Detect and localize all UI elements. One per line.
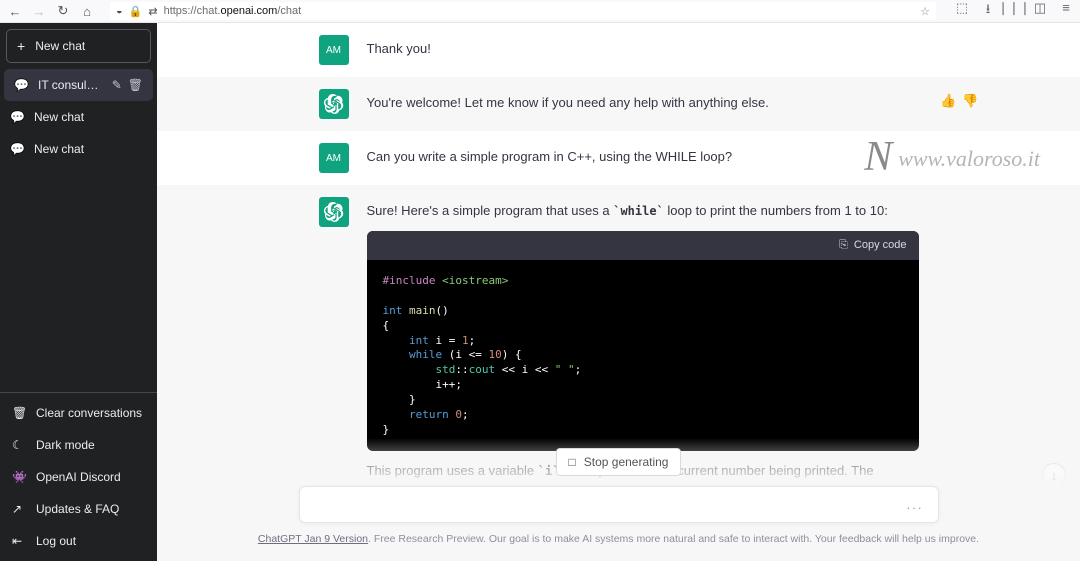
- shield-icon: ◒: [116, 5, 123, 17]
- conversation-item[interactable]: 💬 New chat: [0, 133, 157, 165]
- stop-icon: □: [569, 455, 576, 469]
- moon-icon: ☾: [12, 438, 26, 452]
- assistant-message: You're welcome! Let me know if you need …: [157, 77, 1080, 131]
- menu-icon[interactable]: ≡: [1058, 0, 1074, 22]
- dark-mode-button[interactable]: ☾Dark mode: [0, 429, 157, 461]
- external-link-icon: ↗: [12, 502, 26, 516]
- chat-input[interactable]: [314, 497, 907, 512]
- bookmark-star-icon[interactable]: ☆: [920, 5, 930, 18]
- user-avatar: AM: [319, 35, 349, 65]
- conversation-title: New chat: [34, 142, 147, 156]
- user-avatar: AM: [319, 143, 349, 173]
- chat-icon: 💬: [10, 142, 24, 156]
- downloads-icon[interactable]: ⭳: [980, 0, 996, 22]
- chat-icon: 💬: [10, 110, 24, 124]
- clear-conversations-button[interactable]: 🗑Clear conversations: [0, 397, 157, 429]
- new-chat-button[interactable]: + New chat: [6, 29, 151, 63]
- inline-code: while: [613, 204, 664, 218]
- discord-icon: 👾: [12, 470, 26, 484]
- sidebar-footer: 🗑Clear conversations ☾Dark mode 👾OpenAI …: [0, 392, 157, 561]
- user-message: AM Thank you!: [157, 23, 1080, 77]
- home-button[interactable]: ⌂: [78, 3, 96, 19]
- conversation-title: New chat: [34, 110, 147, 124]
- thumbs-down-icon[interactable]: 👎: [962, 93, 978, 109]
- code-content: #include <iostream> int main() { int i =…: [367, 260, 919, 451]
- discord-button[interactable]: 👾OpenAI Discord: [0, 461, 157, 493]
- bookmarks-icon[interactable]: ❘❘❘: [1006, 0, 1022, 22]
- lock-icon: 🔒: [129, 5, 143, 18]
- new-chat-label: New chat: [35, 39, 85, 53]
- back-button[interactable]: ←: [6, 3, 24, 19]
- copy-code-button[interactable]: Copy code: [854, 237, 907, 254]
- edit-icon[interactable]: ✎: [112, 78, 122, 92]
- user-message: AM Can you write a simple program in C++…: [157, 131, 1080, 185]
- chat-input-container: ...: [299, 486, 939, 523]
- assistant-avatar: [319, 197, 349, 227]
- copy-icon: ⎘: [839, 237, 848, 254]
- logout-icon: ⇤: [12, 534, 26, 548]
- message-text: Sure! Here's a simple program that uses …: [367, 201, 919, 221]
- conversation-item[interactable]: 💬 New chat: [0, 101, 157, 133]
- input-area: □ Stop generating ... ChatGPT Jan 9 Vers…: [157, 438, 1080, 561]
- message-text: You're welcome! Let me know if you need …: [367, 89, 919, 119]
- logout-button[interactable]: ⇤Log out: [0, 525, 157, 557]
- sidebar-toggle-icon[interactable]: ◫: [1032, 0, 1048, 22]
- assistant-avatar: [319, 89, 349, 119]
- openai-icon: [324, 202, 344, 222]
- reload-button[interactable]: ↻: [54, 3, 72, 19]
- thumbs-up-icon[interactable]: 👍: [940, 93, 956, 109]
- footer-disclaimer: ChatGPT Jan 9 Version. Free Research Pre…: [258, 533, 979, 545]
- settings-toggle-icon: ⇄: [148, 5, 157, 18]
- plus-icon: +: [17, 38, 25, 54]
- address-bar[interactable]: ◒ 🔒 ⇄ https://chat.openai.com/chat ☆: [110, 2, 936, 20]
- updates-faq-button[interactable]: ↗Updates & FAQ: [0, 493, 157, 525]
- message-text: Thank you!: [367, 35, 919, 65]
- delete-icon[interactable]: 🗑: [128, 78, 143, 92]
- chat-icon: 💬: [14, 78, 28, 92]
- code-block: ⎘ Copy code #include <iostream> int main…: [367, 231, 919, 451]
- openai-icon: [324, 94, 344, 114]
- conversation-title: IT consultant services s: [38, 78, 102, 92]
- browser-right-icons: ⬚ ⭳ ❘❘❘ ◫ ≡: [954, 0, 1074, 22]
- browser-toolbar: ← → ↻ ⌂ ◒ 🔒 ⇄ https://chat.openai.com/ch…: [0, 0, 1080, 23]
- conversation-item[interactable]: 💬 IT consultant services s ✎ 🗑: [4, 69, 153, 101]
- stop-generating-button[interactable]: □ Stop generating: [556, 448, 682, 476]
- sidebar: + New chat 💬 IT consultant services s ✎ …: [0, 23, 157, 561]
- version-link[interactable]: ChatGPT Jan 9 Version: [258, 533, 368, 545]
- message-text: Can you write a simple program in C++, u…: [367, 143, 919, 173]
- trash-icon: 🗑: [12, 406, 26, 420]
- pocket-icon[interactable]: ⬚: [954, 0, 970, 22]
- conversation-list: 💬 IT consultant services s ✎ 🗑 💬 New cha…: [0, 69, 157, 392]
- send-icon[interactable]: ...: [907, 497, 924, 512]
- chat-main: AM Thank you! You're welcome! Let me kno…: [157, 23, 1080, 561]
- forward-button[interactable]: →: [30, 3, 48, 19]
- url-text: https://chat.openai.com/chat: [164, 5, 302, 17]
